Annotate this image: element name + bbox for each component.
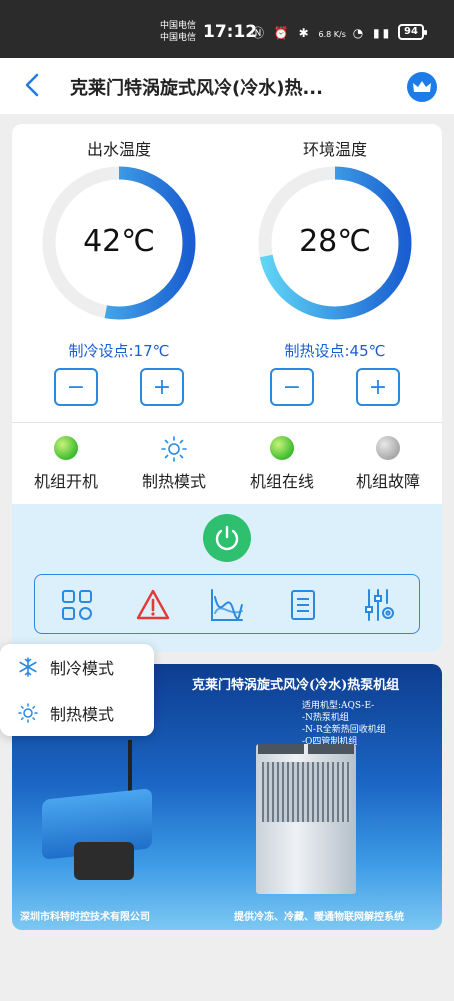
crown-glyph <box>413 81 431 92</box>
alarm-warning-icon[interactable] <box>135 587 171 623</box>
status-dot <box>54 436 78 460</box>
status-bar: 中国电信 中国电信 17:12 Ⓝ ⏰ ✱ 6.8 K/s ◔ ▮▮ 94 <box>0 0 454 58</box>
outlet-temp-label: 出水温度 <box>86 140 151 159</box>
ambient-temp-label: 环境温度 <box>302 140 367 159</box>
wifi-icon: ◔ <box>352 26 367 40</box>
app-bar: 克莱门特涡旋式风冷(冷水)热... <box>0 58 454 114</box>
status-fault: 机组故障 <box>334 436 442 492</box>
battery-indicator: 94 <box>398 24 427 40</box>
back-arrow-icon[interactable] <box>20 72 46 98</box>
trend-chart-icon[interactable] <box>209 587 245 623</box>
status-label: 机组故障 <box>355 472 420 491</box>
heating-setpoint: 制热设点:45℃ <box>284 342 386 360</box>
sun-icon <box>18 703 38 723</box>
banner-title: 克莱门特涡旋式风冷(冷水)热泵机组 <box>192 678 400 693</box>
sun-icon <box>161 436 187 462</box>
page-title: 克莱门特涡旋式风冷(冷水)热... <box>70 78 323 99</box>
ambient-temp-value: 28℃ <box>299 224 371 259</box>
model-line: -N-R全新热回收机组 <box>302 725 386 735</box>
status-unit-on: 机组开机 <box>12 436 120 492</box>
sliders-settings-icon[interactable] <box>361 587 397 623</box>
heat-pump-unit-image <box>256 744 356 894</box>
status-label: 制热模式 <box>141 472 206 491</box>
cooling-mode-option[interactable]: 制冷模式 <box>18 652 114 682</box>
heating-decrease-button[interactable]: − <box>270 368 314 406</box>
option-label: 制冷模式 <box>50 659 115 678</box>
grid-icon[interactable] <box>59 587 95 623</box>
carrier-1: 中国电信 <box>160 21 197 31</box>
divider <box>12 422 442 423</box>
device-card: 出水温度 42℃ 制冷设点:17℃ − + 环境温度 28℃ 制热设点:45℃ … <box>12 124 442 652</box>
status-dot <box>376 436 400 460</box>
clock: 17:12 <box>203 22 258 42</box>
unit-fan <box>308 744 354 754</box>
status-online: 机组在线 <box>228 436 336 492</box>
alarm-icon: ⏰ <box>273 26 292 40</box>
status-label: 机组在线 <box>249 472 314 491</box>
gateway-connector-image <box>74 842 134 880</box>
bluetooth-icon: ✱ <box>298 26 312 40</box>
status-heating-mode: 制热模式 <box>120 436 228 492</box>
status-dot <box>270 436 294 460</box>
heating-mode-option[interactable]: 制热模式 <box>18 698 114 728</box>
function-toolbar <box>34 574 420 634</box>
carrier-2: 中国电信 <box>160 33 197 43</box>
model-line: 适用机型:AQS-E- <box>302 701 375 711</box>
unit-grille <box>262 762 350 822</box>
status-label: 机组开机 <box>33 472 98 491</box>
crown-icon[interactable] <box>407 72 437 102</box>
power-icon <box>215 525 239 551</box>
outlet-temp-value: 42℃ <box>83 224 155 259</box>
control-panel <box>12 504 442 652</box>
snowflake-icon <box>19 657 37 677</box>
status-icons: Ⓝ ⏰ ✱ 6.8 K/s ◔ ▮▮ <box>252 24 392 41</box>
signal-icon: ▮▮ <box>373 26 393 40</box>
banner-company: 深圳市科特时控技术有限公司 <box>20 912 150 923</box>
cooling-increase-button[interactable]: + <box>140 368 184 406</box>
heating-increase-button[interactable]: + <box>356 368 400 406</box>
cooling-decrease-button[interactable]: − <box>54 368 98 406</box>
power-button[interactable] <box>203 514 251 562</box>
banner-models: 适用机型:AQS-E- -N热泵机组 -N-R全新热回收机组 -Q四管制机组 <box>302 700 386 748</box>
nfc-icon: Ⓝ <box>252 26 268 40</box>
cooling-setpoint: 制冷设点:17℃ <box>68 342 170 360</box>
document-list-icon[interactable] <box>285 587 321 623</box>
banner-slogan: 提供冷冻、冷藏、暖通物联网解控系统 <box>234 912 404 923</box>
carrier-labels: 中国电信 中国电信 <box>160 20 196 44</box>
model-line: -N热泵机组 <box>302 713 349 723</box>
net-speed: 6.8 K/s <box>318 30 346 39</box>
mode-popup-menu: 制冷模式 制热模式 <box>0 644 154 736</box>
option-label: 制热模式 <box>50 705 115 724</box>
unit-fan <box>258 744 304 754</box>
